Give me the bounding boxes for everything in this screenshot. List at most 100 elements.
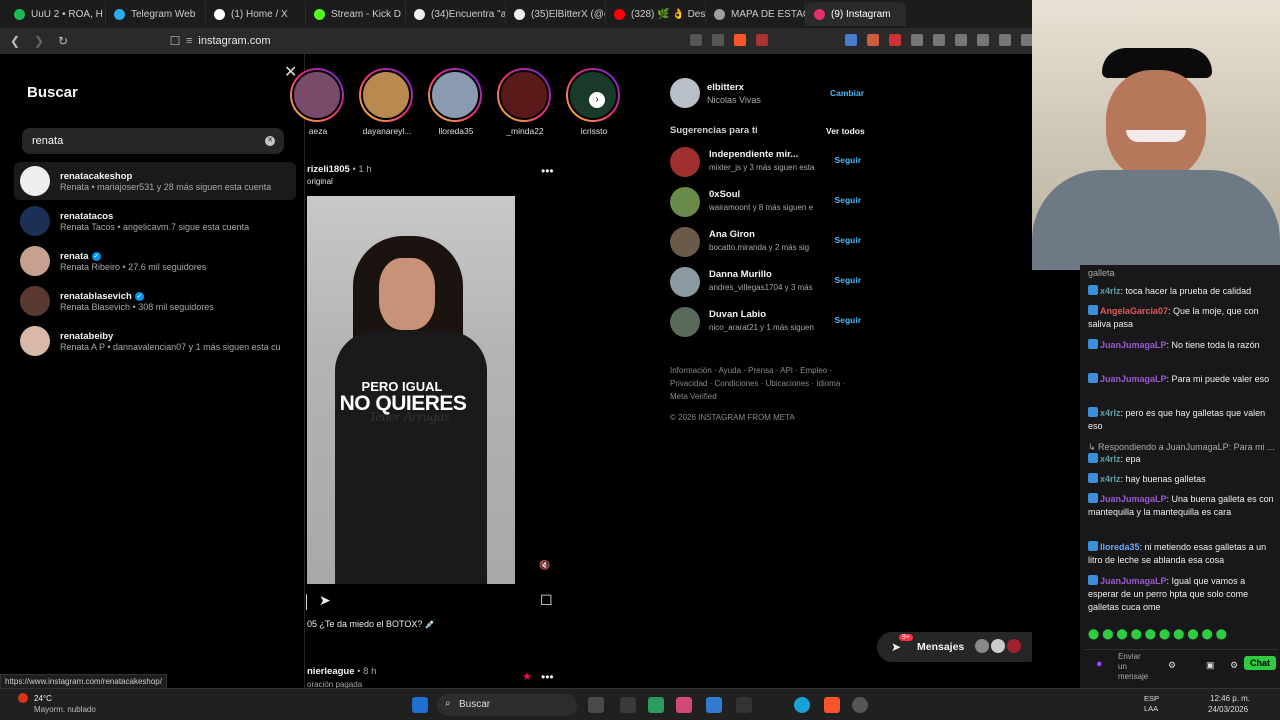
chat-username[interactable]: JuanJumagaLP — [1100, 576, 1167, 586]
site-info-icon[interactable]: ≡ — [186, 35, 192, 47]
search-result[interactable]: renatacakeshop Renata • mariajoser531 y … — [20, 162, 290, 200]
search-input[interactable]: renata ✕ — [22, 128, 284, 154]
chat-username[interactable]: lloreda35 — [1100, 542, 1140, 552]
extension-icon[interactable] — [889, 34, 901, 46]
avatar[interactable] — [670, 267, 700, 297]
brave-shield-icon[interactable] — [734, 34, 746, 46]
search-result[interactable]: renatatacos Renata Tacos • angelicavm.7 … — [20, 202, 290, 240]
post-author[interactable]: rizeli1805 — [307, 164, 350, 175]
chat-username[interactable]: x4rlz — [1100, 454, 1121, 464]
edge-icon[interactable] — [794, 697, 810, 713]
avatar[interactable] — [670, 307, 700, 337]
start-icon[interactable] — [412, 697, 428, 713]
chat-username[interactable]: JuanJumagaLP — [1100, 374, 1167, 384]
comment-icon[interactable]: │ — [303, 594, 311, 609]
copilot-icon[interactable] — [676, 697, 692, 713]
follow-button[interactable]: Seguir — [835, 195, 861, 205]
avatar[interactable] — [670, 227, 700, 257]
clock-date[interactable]: 24/03/2026 — [1208, 705, 1248, 714]
profile-username[interactable]: elbitterx — [707, 82, 744, 93]
save-icon[interactable]: ☐ — [540, 592, 553, 609]
next-post-author[interactable]: nierleague — [307, 666, 355, 677]
sidebar-icon[interactable] — [977, 34, 989, 46]
browser-tab[interactable]: Stream - Kick D — [306, 2, 406, 26]
suggestion-name[interactable]: 0xSoul — [709, 189, 740, 200]
url-field[interactable]: ≡ instagram.com — [186, 32, 706, 50]
story-item[interactable]: aeza — [290, 68, 346, 136]
wallet-icon[interactable] — [999, 34, 1011, 46]
forward-icon[interactable]: ❯ — [30, 32, 48, 50]
follow-button[interactable]: Seguir — [835, 315, 861, 325]
browser-tab[interactable]: MAPA DE ESTACIÓN — [706, 2, 806, 26]
search-result[interactable]: renatablasevich ✓ Renata Blasevich • 308… — [20, 282, 290, 320]
share-icon[interactable]: ➤ — [319, 592, 331, 609]
story-item[interactable]: lloreda35 — [428, 68, 484, 136]
suggestion-name[interactable]: Ana Giron — [709, 229, 755, 240]
follow-button[interactable]: Seguir — [835, 235, 861, 245]
avatar[interactable] — [670, 187, 700, 217]
browser-tab[interactable]: UuU 2 • ROA, H — [6, 2, 106, 26]
chat-username[interactable]: JuanJumagaLP — [1100, 340, 1167, 350]
footer-links-row[interactable]: Meta Verified — [670, 390, 845, 403]
browser-tab[interactable]: (328) 🌿 👌 Des — [606, 2, 706, 26]
lang1[interactable]: ESP — [1144, 694, 1159, 703]
taskbar-search[interactable]: ⌕ Buscar — [437, 694, 577, 716]
follow-button[interactable]: Seguir — [835, 275, 861, 285]
obs-icon[interactable] — [852, 697, 868, 713]
brave-rewards-icon[interactable] — [756, 34, 768, 46]
gear-icon[interactable]: ⚙ — [1230, 660, 1238, 671]
mute-icon[interactable]: 🔇 — [539, 560, 551, 572]
browser-tab[interactable]: (1) Home / X — [206, 2, 306, 26]
extension-icon[interactable] — [867, 34, 879, 46]
follow-button[interactable]: Seguir — [835, 155, 861, 165]
store-icon[interactable]: ▣ — [1206, 660, 1215, 671]
mic-icon[interactable]: ● — [1096, 658, 1103, 670]
more-options-icon[interactable]: ••• — [541, 164, 554, 178]
browser-tab[interactable]: (34)Encuentra "ama — [406, 2, 506, 26]
search-result[interactable]: renata ✓ Renata Ribeiro • 27.6 mil segui… — [20, 242, 290, 280]
search-result[interactable]: renatabeiby Renata A P • dannavalencian0… — [20, 322, 290, 360]
brave-icon[interactable] — [824, 697, 840, 713]
clock-time[interactable]: 12:46 p. m. — [1210, 694, 1250, 703]
footer-links-row[interactable]: Información · Ayuda · Prensa · API · Emp… — [670, 364, 845, 377]
chat-username[interactable]: x4rlz — [1100, 474, 1121, 484]
music-icon[interactable] — [955, 34, 967, 46]
back-icon[interactable]: ❮ — [6, 32, 24, 50]
more-options-icon[interactable]: ••• — [541, 670, 554, 684]
app-icon[interactable] — [648, 697, 664, 713]
puzzle-icon[interactable] — [911, 34, 923, 46]
emote-row[interactable]: ⬤⬤⬤⬤⬤⬤⬤⬤⬤⬤ — [1088, 629, 1276, 640]
next-stories-icon[interactable]: › — [589, 92, 605, 108]
browser-tab[interactable]: (35)ElBitterX (@elbi — [506, 2, 606, 26]
settings-icon[interactable]: ⚙ — [1168, 660, 1176, 671]
chat-username[interactable]: JuanJumagaLP — [1100, 494, 1167, 504]
footer-links-row[interactable]: Privacidad · Condiciones · Ubicaciones ·… — [670, 377, 845, 390]
avatar[interactable] — [670, 147, 700, 177]
browser-tab[interactable]: (9) Instagram — [806, 2, 906, 26]
translate-extension-icon[interactable] — [845, 34, 857, 46]
store-icon[interactable] — [706, 697, 722, 713]
screenshot-icon[interactable] — [933, 34, 945, 46]
story-item[interactable]: dayanareyl... — [359, 68, 415, 136]
post-video[interactable]: PERO IGUAL NO QUIERES Tener Arrugas 🔇 — [307, 196, 562, 584]
task-view-icon[interactable] — [588, 697, 604, 713]
terminal-icon[interactable] — [736, 697, 752, 713]
browser-tab[interactable]: Telegram Web — [106, 2, 206, 26]
suggestion-name[interactable]: Duvan Labio — [709, 309, 766, 320]
story-item[interactable]: _minda22 — [497, 68, 553, 136]
share-icon[interactable] — [712, 34, 724, 46]
app-icon[interactable] — [620, 697, 636, 713]
bookmark-icon[interactable]: ☐ — [166, 32, 184, 50]
chat-send-button[interactable]: Chat — [1244, 656, 1276, 670]
profile-avatar[interactable] — [670, 78, 700, 108]
see-all-link[interactable]: Ver todos — [826, 126, 865, 136]
chat-username[interactable]: x4rlz — [1100, 408, 1121, 418]
switch-account-button[interactable]: Cambiar — [830, 88, 864, 98]
reload-icon[interactable]: ↻ — [54, 32, 72, 50]
suggestion-name[interactable]: Danna Murillo — [709, 269, 772, 280]
suggestion-name[interactable]: Independiente mir... — [709, 149, 798, 160]
cast-icon[interactable] — [690, 34, 702, 46]
lang2[interactable]: LAA — [1144, 704, 1158, 713]
messages-button[interactable]: ➤ 9+ Mensajes — [877, 632, 1032, 662]
chat-input[interactable]: Enviar un mensaje — [1118, 652, 1148, 682]
